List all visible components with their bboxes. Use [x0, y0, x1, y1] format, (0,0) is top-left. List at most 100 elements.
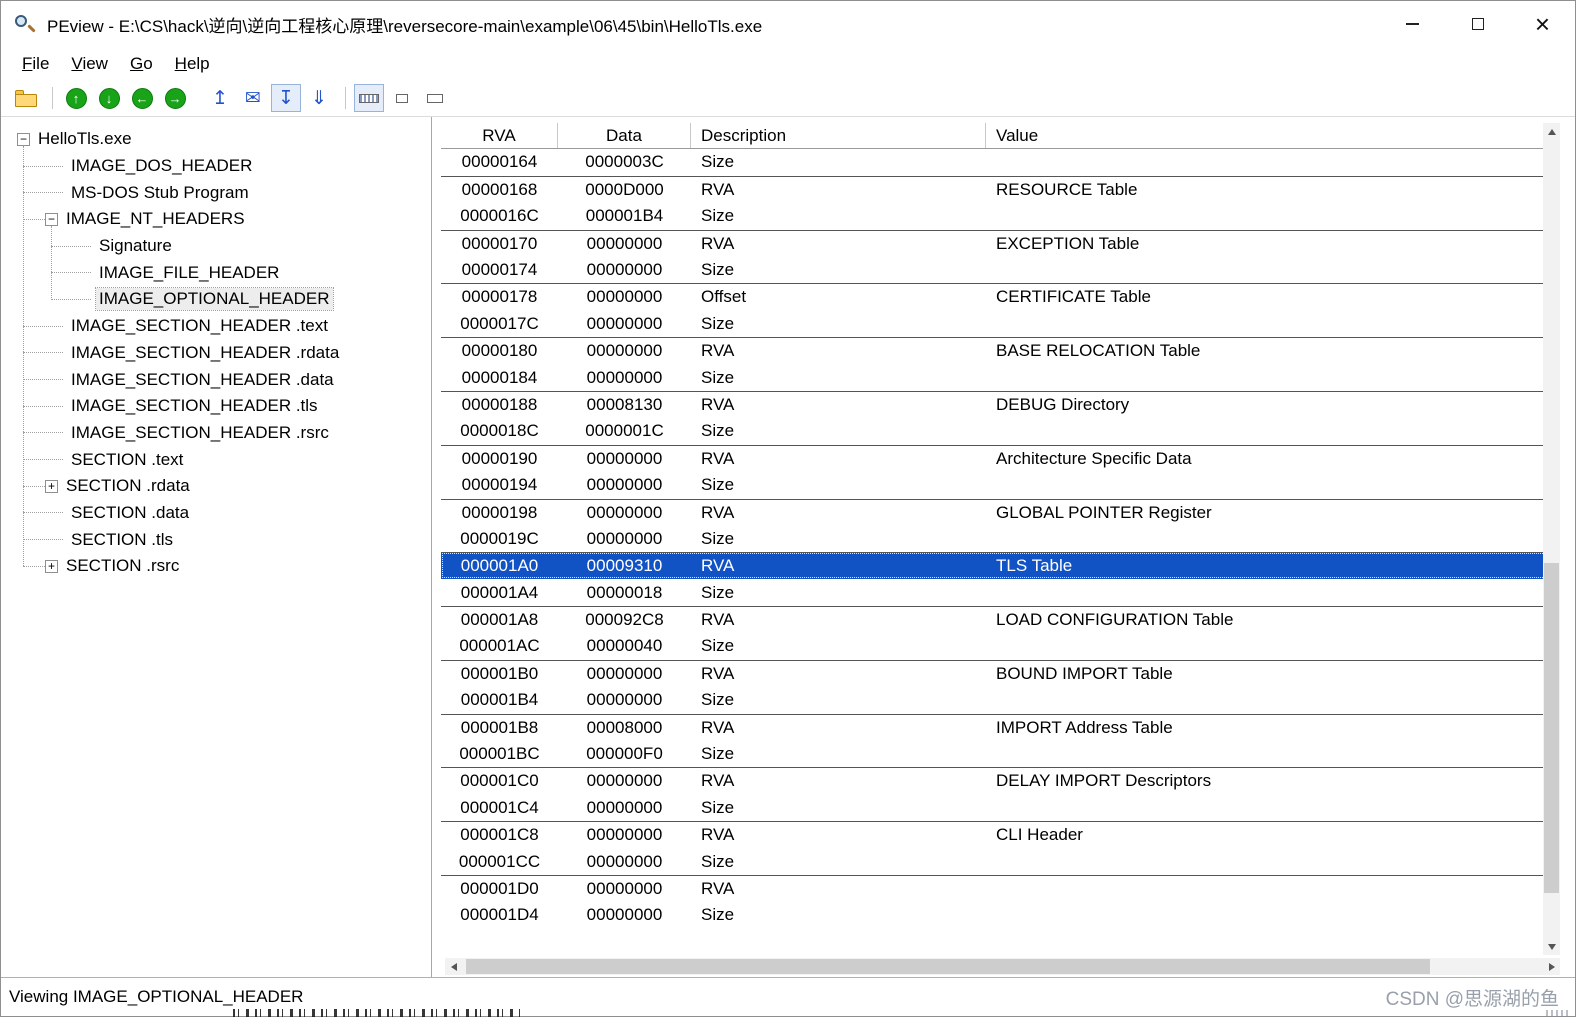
table-row-00000190[interactable]: 0000019000000000RVAArchitecture Specific… — [441, 445, 1546, 472]
word-format-button[interactable] — [387, 84, 417, 112]
open-file-button[interactable] — [11, 84, 41, 112]
table-row-0000019c[interactable]: 0000019C00000000Size — [441, 525, 1546, 552]
cell-data: 00000000 — [558, 690, 691, 710]
tree-item-image-section-header-text[interactable]: IMAGE_SECTION_HEADER .text — [1, 313, 431, 340]
tree-item-image-section-header-data[interactable]: IMAGE_SECTION_HEADER .data — [1, 366, 431, 393]
tree-item-image-dos-header[interactable]: IMAGE_DOS_HEADER — [1, 153, 431, 180]
table-row-00000178[interactable]: 0000017800000000OffsetCERTIFICATE Table — [441, 283, 1546, 310]
table-row-000001c0[interactable]: 000001C000000000RVADELAY IMPORT Descript… — [441, 767, 1546, 794]
menu-view[interactable]: View — [60, 49, 119, 79]
table-row-000001cc[interactable]: 000001CC00000000Size — [441, 848, 1546, 875]
minimize-button[interactable] — [1380, 1, 1445, 47]
envelope-button[interactable]: ✉ — [238, 84, 268, 112]
column-header-description[interactable]: Description — [691, 123, 986, 148]
table-row-000001bc[interactable]: 000001BC000000F0Size — [441, 741, 1546, 768]
table-row-000001b8[interactable]: 000001B800008000RVAIMPORT Address Table — [441, 714, 1546, 741]
cell-data: 0000D000 — [558, 180, 691, 200]
tree-connector — [23, 406, 63, 407]
table-row-00000164[interactable]: 000001640000003CSize — [441, 149, 1546, 176]
tree-item-section-rdata[interactable]: +SECTION .rdata — [1, 473, 431, 500]
table-row-000001a4[interactable]: 000001A400000018Size — [441, 579, 1546, 606]
previous-item-button[interactable]: ↑ — [61, 84, 91, 112]
table-row-00000168[interactable]: 000001680000D000RVARESOURCE Table — [441, 176, 1546, 203]
forward-button[interactable]: → — [160, 84, 190, 112]
collapse-toggle-icon[interactable]: − — [45, 213, 58, 226]
table-row-000001b0[interactable]: 000001B000000000RVABOUND IMPORT Table — [441, 660, 1546, 687]
tree-item-signature[interactable]: Signature — [1, 233, 431, 260]
cell-data: 00000000 — [558, 234, 691, 254]
close-button[interactable]: × — [1510, 1, 1575, 47]
tree-connector — [23, 192, 63, 193]
table-row-000001c4[interactable]: 000001C400000000Size — [441, 794, 1546, 821]
vertical-scroll-thumb[interactable] — [1544, 563, 1559, 893]
next-item-button[interactable]: ↓ — [94, 84, 124, 112]
dword-format-button[interactable] — [420, 84, 450, 112]
cell-rva: 000001AC — [441, 636, 558, 656]
tree-connector — [23, 539, 63, 540]
table-row-00000194[interactable]: 0000019400000000Size — [441, 472, 1546, 499]
blue-glyph-icon: ↥ — [212, 89, 228, 108]
table-row-000001b4[interactable]: 000001B400000000Size — [441, 687, 1546, 714]
tree-item-section-rsrc[interactable]: +SECTION .rsrc — [1, 553, 431, 580]
column-header-rva[interactable]: RVA — [441, 123, 558, 148]
tree-item-image-optional-header[interactable]: IMAGE_OPTIONAL_HEADER — [1, 286, 431, 313]
table-row-000001a8[interactable]: 000001A8000092C8RVALOAD CONFIGURATION Ta… — [441, 606, 1546, 633]
tree-item-image-file-header[interactable]: IMAGE_FILE_HEADER — [1, 259, 431, 286]
horizontal-scrollbar[interactable] — [445, 958, 1560, 975]
table-row-000001c8[interactable]: 000001C800000000RVACLI Header — [441, 821, 1546, 848]
green-arrow-icon: ↓ — [99, 88, 120, 109]
table-row-00000188[interactable]: 0000018800008130RVADEBUG Directory — [441, 391, 1546, 418]
blue-up-arrow-button[interactable]: ↥ — [205, 84, 235, 112]
table-row-00000184[interactable]: 0000018400000000Size — [441, 364, 1546, 391]
tree-item-section-data[interactable]: SECTION .data — [1, 500, 431, 527]
table-row-00000174[interactable]: 0000017400000000Size — [441, 257, 1546, 284]
collapse-toggle-icon[interactable]: − — [17, 133, 30, 146]
table-row-0000016c[interactable]: 0000016C000001B4Size — [441, 203, 1546, 230]
tree-connector — [23, 459, 63, 460]
blue-down-arrow-button[interactable]: ↧ — [271, 84, 301, 112]
table-row-000001d0[interactable]: 000001D000000000RVA — [441, 875, 1546, 902]
expand-toggle-icon[interactable]: + — [45, 480, 58, 493]
cell-desc: Size — [691, 852, 986, 872]
double-down-arrow-button[interactable]: ⇓ — [304, 84, 334, 112]
tree-item-hellotls-exe[interactable]: −HelloTls.exe — [1, 126, 431, 153]
cell-value: RESOURCE Table — [986, 180, 1546, 200]
byte-format-button[interactable] — [354, 84, 384, 112]
tree-item-image-section-header-rsrc[interactable]: IMAGE_SECTION_HEADER .rsrc — [1, 420, 431, 447]
scroll-left-button[interactable] — [445, 958, 462, 975]
table-row-000001d4[interactable]: 000001D400000000Size — [441, 902, 1546, 929]
tree-item-ms-dos-stub-program[interactable]: MS-DOS Stub Program — [1, 179, 431, 206]
scroll-down-button[interactable] — [1543, 938, 1560, 955]
maximize-button[interactable] — [1445, 1, 1510, 47]
tree-item-image-nt-headers[interactable]: −IMAGE_NT_HEADERS — [1, 206, 431, 233]
table-body: 000001640000003CSize000001680000D000RVAR… — [441, 149, 1546, 929]
table-row-0000017c[interactable]: 0000017C00000000Size — [441, 310, 1546, 337]
tree-item-label: IMAGE_FILE_HEADER — [96, 262, 282, 284]
tree-item-image-section-header-rdata[interactable]: IMAGE_SECTION_HEADER .rdata — [1, 340, 431, 367]
cell-rva: 000001C0 — [441, 771, 558, 791]
back-button[interactable]: ← — [127, 84, 157, 112]
tree-item-image-section-header-tls[interactable]: IMAGE_SECTION_HEADER .tls — [1, 393, 431, 420]
table-row-000001ac[interactable]: 000001AC00000040Size — [441, 633, 1546, 660]
expand-toggle-icon[interactable]: + — [45, 560, 58, 573]
menu-go[interactable]: Go — [119, 49, 164, 79]
column-header-value[interactable]: Value — [986, 123, 1546, 148]
table-row-00000198[interactable]: 0000019800000000RVAGLOBAL POINTER Regist… — [441, 499, 1546, 526]
tree-item-section-tls[interactable]: SECTION .tls — [1, 526, 431, 553]
table-row-00000180[interactable]: 0000018000000000RVABASE RELOCATION Table — [441, 337, 1546, 364]
table-row-00000170[interactable]: 0000017000000000RVAEXCEPTION Table — [441, 230, 1546, 257]
green-arrow-icon: ↑ — [66, 88, 87, 109]
table-row-000001a0[interactable]: 000001A000009310RVATLS Table — [441, 552, 1546, 579]
menu-file[interactable]: File — [11, 49, 60, 79]
tree-item-section-text[interactable]: SECTION .text — [1, 446, 431, 473]
scroll-up-button[interactable] — [1543, 123, 1560, 140]
data-format-icon — [359, 94, 379, 103]
window-controls: × — [1380, 1, 1575, 47]
horizontal-scroll-thumb[interactable] — [466, 959, 1430, 974]
scroll-right-button[interactable] — [1543, 958, 1560, 975]
menu-help[interactable]: Help — [164, 49, 221, 79]
column-header-data[interactable]: Data — [558, 123, 691, 148]
tree-item-label: IMAGE_SECTION_HEADER .text — [68, 315, 331, 337]
vertical-scrollbar[interactable] — [1543, 123, 1560, 955]
table-row-0000018c[interactable]: 0000018C0000001CSize — [441, 418, 1546, 445]
